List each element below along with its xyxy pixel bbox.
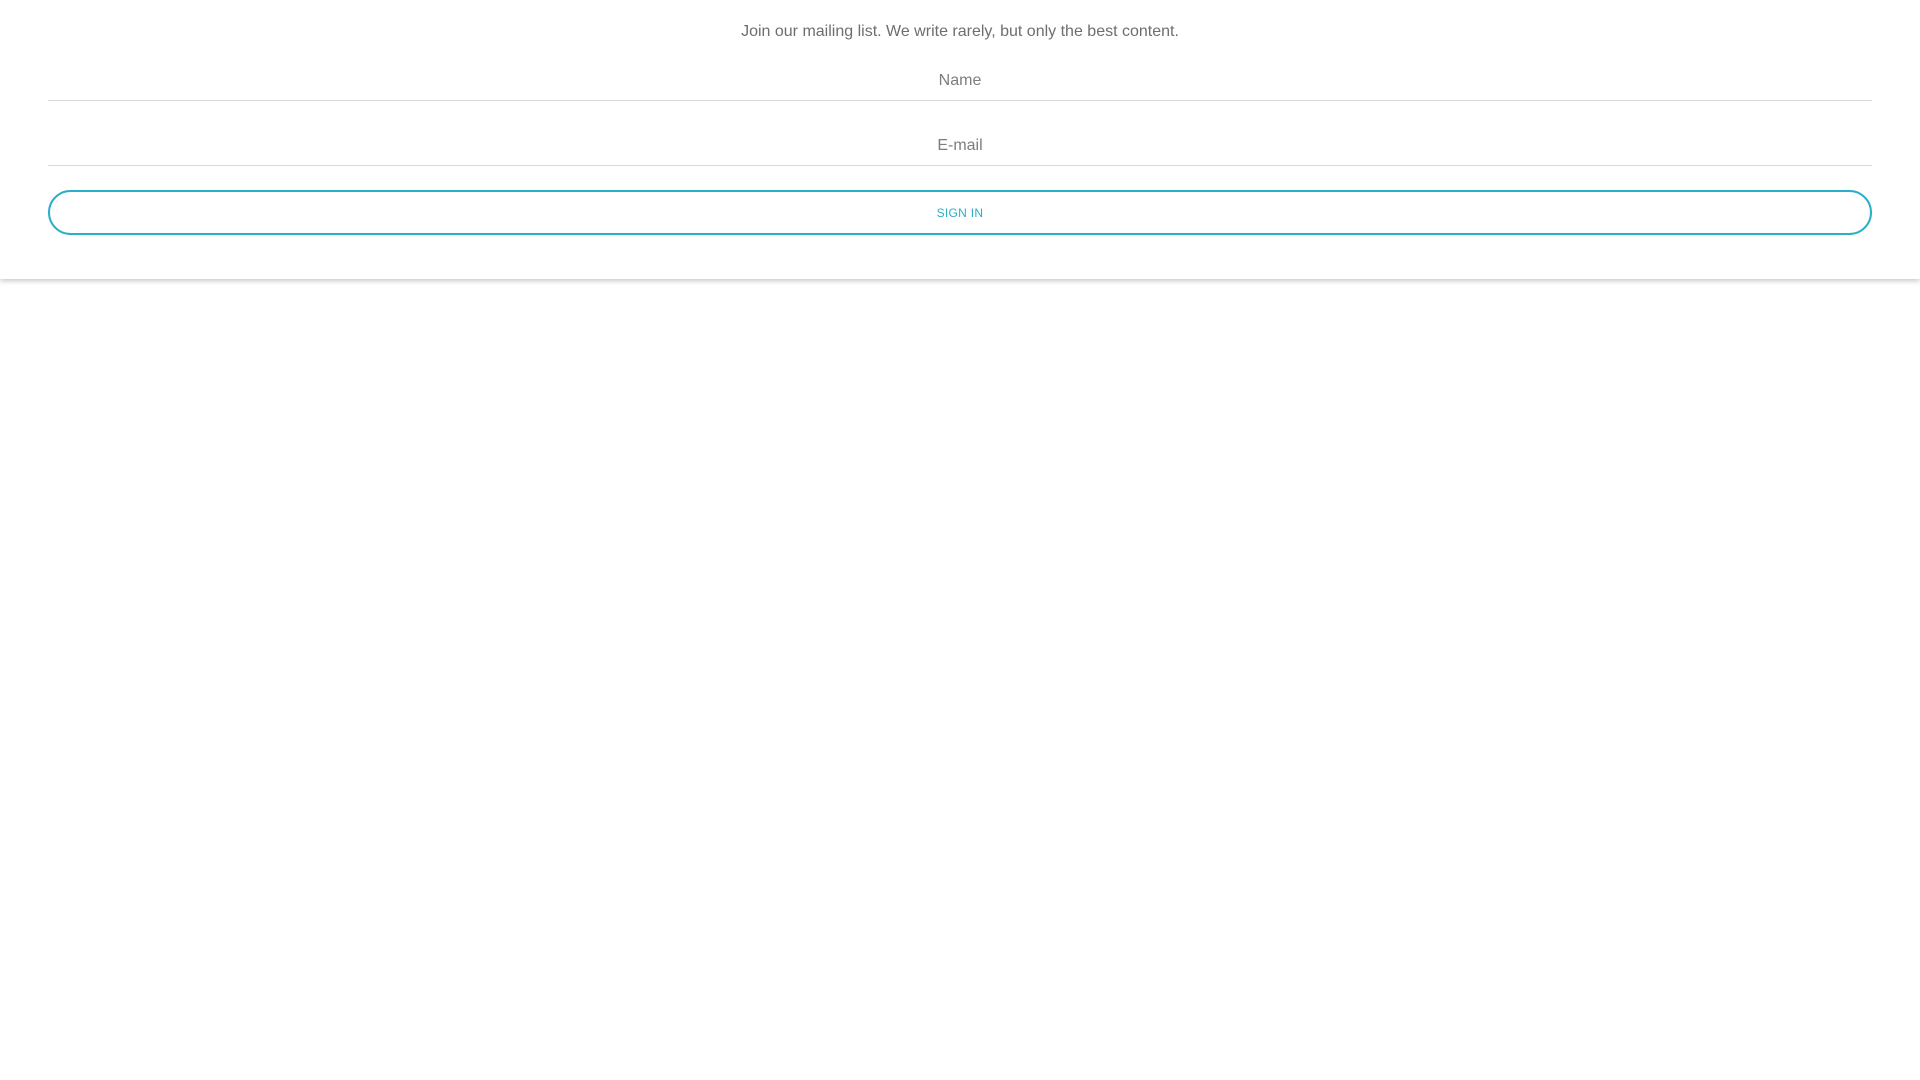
name-field[interactable] [48, 61, 1872, 101]
mailing-list-intro-text: Join our mailing list. We write rarely, … [741, 23, 1179, 40]
email-field[interactable] [48, 126, 1872, 166]
mailing-list-panel: Join our mailing list. We write rarely, … [0, 0, 1920, 279]
sign-in-button[interactable]: SIGN IN [48, 190, 1872, 235]
